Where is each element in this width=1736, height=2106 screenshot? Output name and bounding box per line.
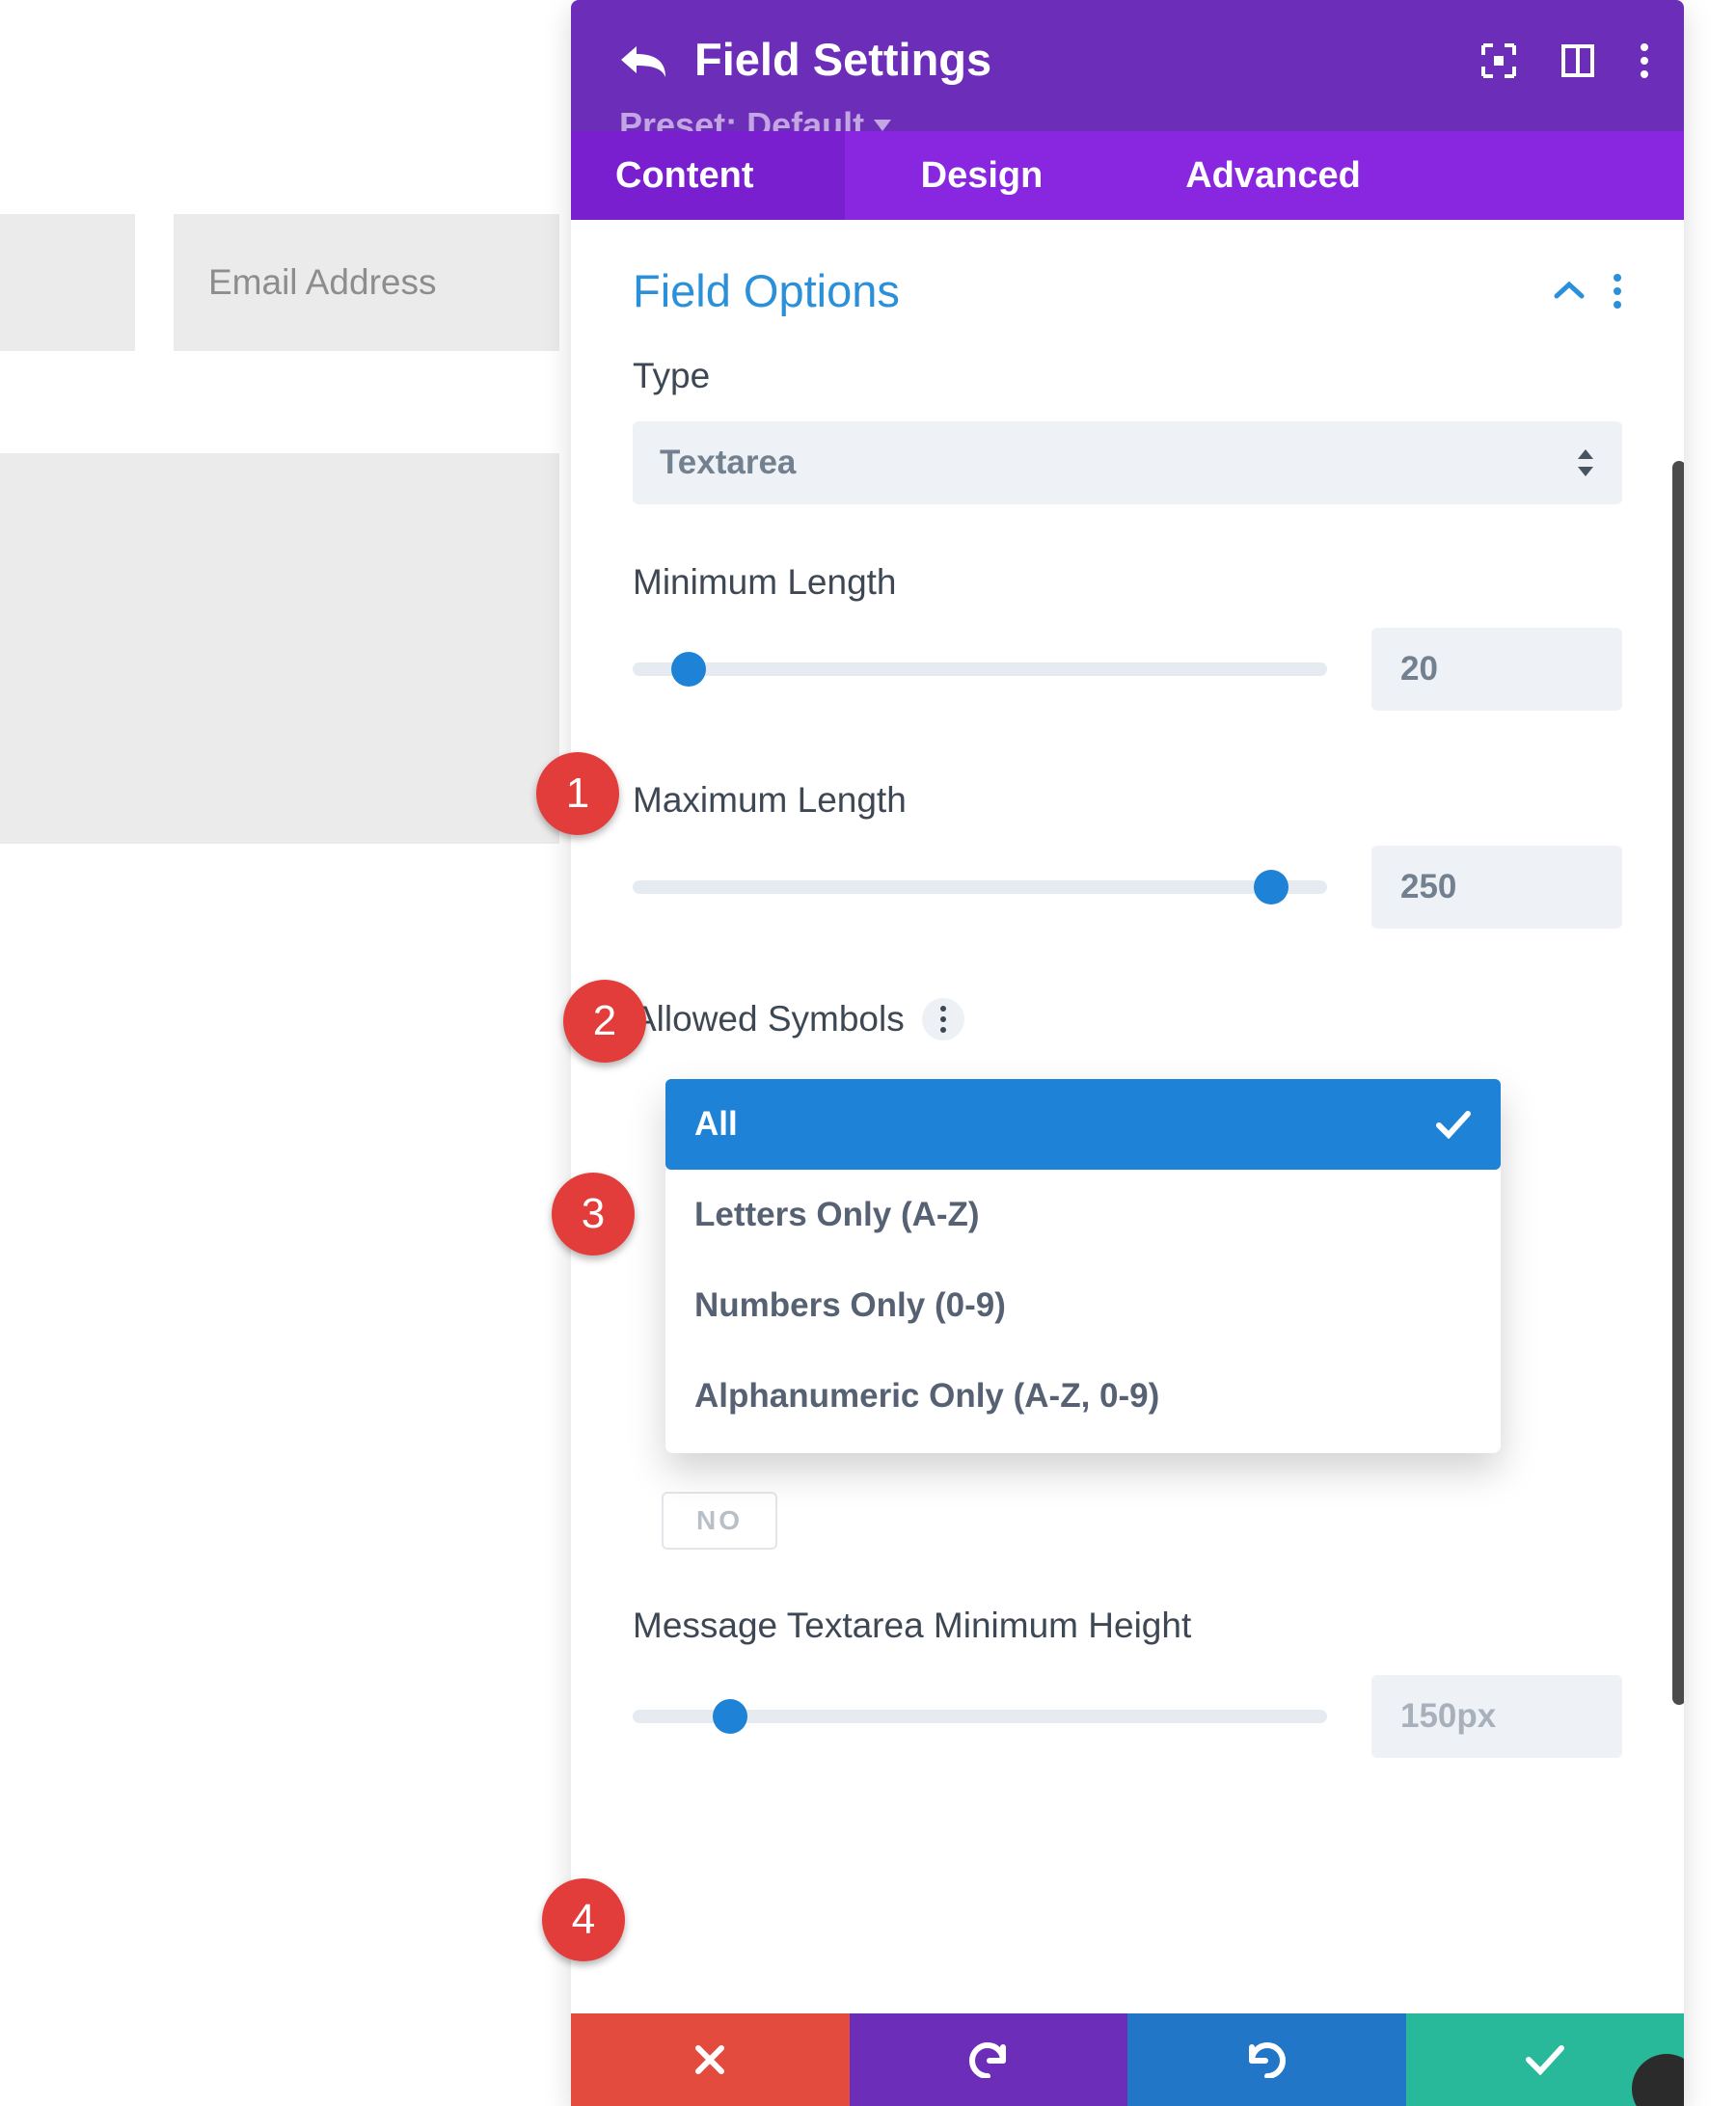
- min-length-slider[interactable]: [633, 662, 1327, 676]
- allowed-symbols-dropdown: All Letters Only (A-Z) Numbers Only (0-9…: [665, 1079, 1501, 1453]
- scrollbar[interactable]: [1672, 461, 1684, 1705]
- allowed-symbols-option-alnum[interactable]: Alphanumeric Only (A-Z, 0-9): [665, 1351, 1501, 1442]
- toggle-no[interactable]: NO: [662, 1492, 777, 1550]
- annotation-3: 3: [552, 1173, 635, 1256]
- collapse-icon[interactable]: [1553, 281, 1586, 302]
- annotation-4: 4: [542, 1878, 625, 1961]
- slider-thumb[interactable]: [671, 652, 706, 687]
- max-length-label: Maximum Length: [633, 780, 1622, 821]
- slider-thumb[interactable]: [1254, 870, 1288, 904]
- panel-title: Field Settings: [694, 33, 991, 86]
- allowed-symbols-more-icon[interactable]: [922, 998, 964, 1040]
- section-more-icon[interactable]: [1613, 273, 1622, 310]
- tab-bar: Content Design Advanced: [571, 131, 1684, 220]
- back-icon[interactable]: [619, 39, 667, 81]
- email-input[interactable]: Email Address: [174, 214, 559, 351]
- settings-panel: Field Settings Preset: Default Content: [571, 0, 1684, 2106]
- min-length-value[interactable]: 20: [1371, 628, 1622, 711]
- min-length-label: Minimum Length: [633, 562, 1622, 603]
- allowed-symbols-option-letters[interactable]: Letters Only (A-Z): [665, 1170, 1501, 1260]
- type-label: Type: [633, 356, 1622, 396]
- fullscreen-icon[interactable]: [1481, 43, 1516, 78]
- min-height-slider[interactable]: [633, 1710, 1327, 1723]
- email-placeholder: Email Address: [208, 262, 437, 303]
- slider-thumb[interactable]: [713, 1699, 747, 1734]
- panel-body: Field Options Type Textarea: [571, 220, 1684, 2106]
- panel-footer: [571, 2013, 1684, 2106]
- tab-design[interactable]: Design: [845, 131, 1119, 220]
- min-height-value[interactable]: 150px: [1371, 1675, 1622, 1758]
- max-length-slider[interactable]: [633, 880, 1327, 894]
- allowed-symbols-option-all[interactable]: All: [665, 1079, 1501, 1170]
- redo-button[interactable]: [1127, 2013, 1406, 2106]
- columns-icon[interactable]: [1560, 43, 1595, 78]
- bg-textarea[interactable]: [0, 453, 559, 844]
- undo-button[interactable]: [850, 2013, 1128, 2106]
- type-value: Textarea: [660, 444, 796, 482]
- min-height-label: Message Textarea Minimum Height: [633, 1602, 1211, 1650]
- check-icon: [1435, 1110, 1472, 1139]
- allowed-symbols-option-numbers[interactable]: Numbers Only (0-9): [665, 1260, 1501, 1351]
- bg-input-left: [0, 214, 135, 351]
- annotation-2: 2: [563, 980, 646, 1063]
- section-title[interactable]: Field Options: [633, 264, 900, 317]
- annotation-1: 1: [536, 752, 619, 835]
- allowed-symbols-label: Allowed Symbols: [633, 999, 905, 1040]
- more-icon[interactable]: [1640, 42, 1649, 79]
- cancel-button[interactable]: [571, 2013, 850, 2106]
- panel-header: Field Settings Preset: Default Content: [571, 0, 1684, 220]
- tab-advanced[interactable]: Advanced: [1119, 131, 1427, 220]
- select-arrows-icon: [1576, 447, 1595, 478]
- tab-content[interactable]: Content: [571, 131, 845, 220]
- type-select[interactable]: Textarea: [633, 421, 1622, 504]
- max-length-value[interactable]: 250: [1371, 846, 1622, 929]
